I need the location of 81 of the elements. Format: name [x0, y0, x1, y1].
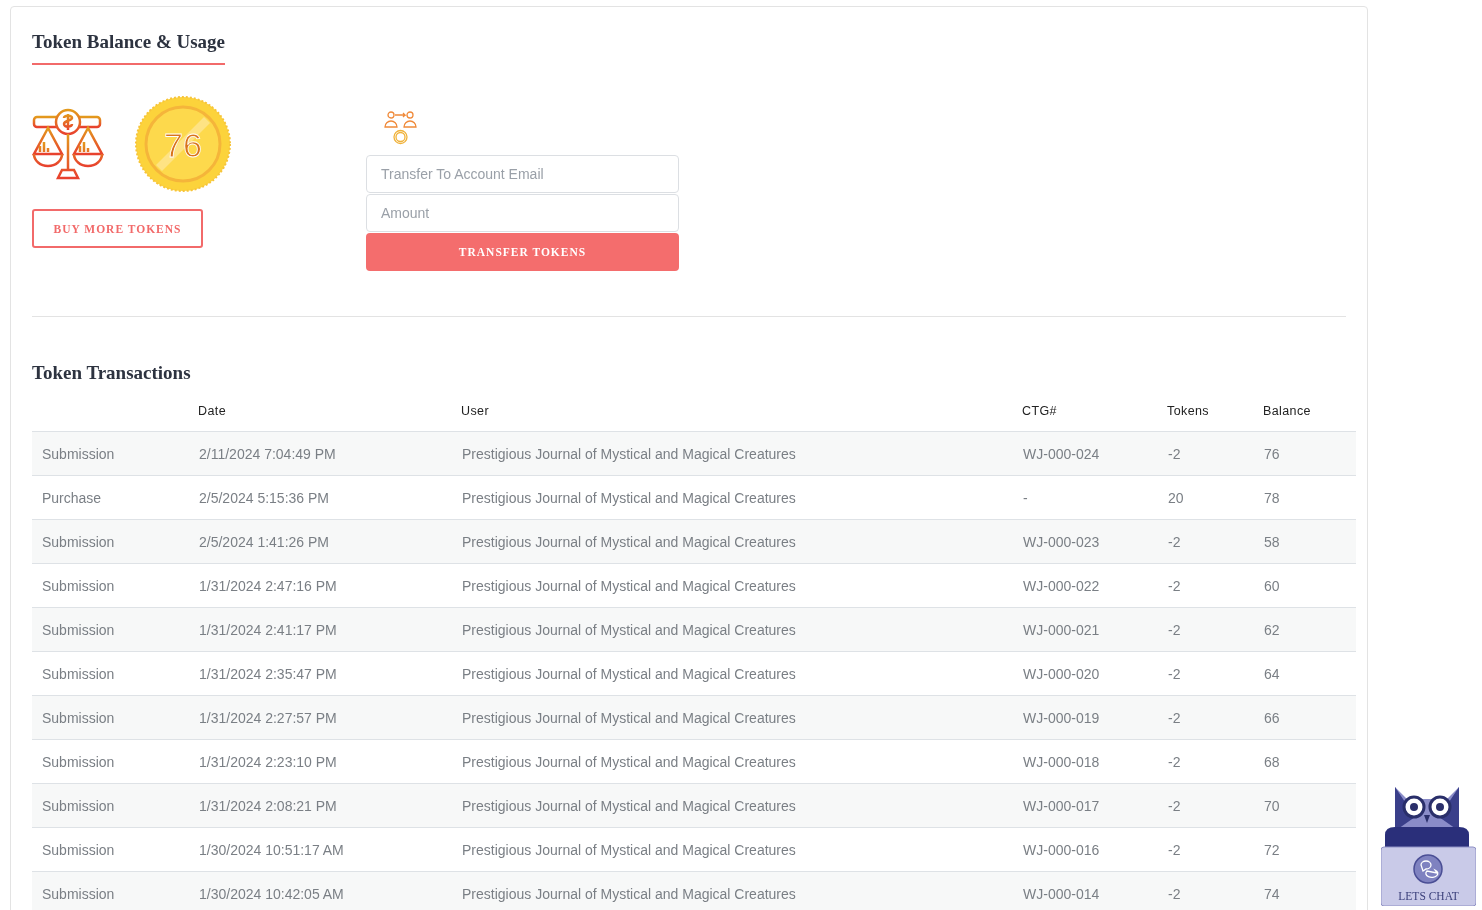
- table-cell: Prestigious Journal of Mystical and Magical Creatures: [462, 753, 796, 770]
- table-cell: 1/31/2024 2:41:17 PM: [199, 621, 337, 638]
- table-cell: -2: [1168, 841, 1181, 858]
- table-cell: -2: [1168, 621, 1181, 638]
- table-cell: 64: [1264, 665, 1280, 682]
- table-cell: Prestigious Journal of Mystical and Magical Creatures: [462, 489, 796, 506]
- table-cell: Prestigious Journal of Mystical and Magical Creatures: [462, 841, 796, 858]
- table-cell: -2: [1168, 797, 1181, 814]
- token-balance: 76: [164, 126, 202, 164]
- table-cell: -: [1023, 489, 1028, 506]
- table-cell: 2/11/2024 7:04:49 PM: [199, 445, 336, 462]
- table-cell: Prestigious Journal of Mystical and Magical Creatures: [462, 797, 796, 814]
- table-cell: 78: [1264, 489, 1280, 506]
- table-cell: WJ-000-017: [1023, 797, 1100, 814]
- table-cell: Submission: [42, 445, 115, 462]
- table-cell: 1/30/2024 10:42:05 AM: [199, 885, 344, 902]
- table-cell: Purchase: [42, 489, 102, 506]
- buy-tokens-button[interactable]: BUY MORE TOKENS: [32, 209, 203, 248]
- table-cell: Prestigious Journal of Mystical and Magical Creatures: [462, 533, 796, 550]
- table-cell: WJ-000-019: [1023, 709, 1100, 726]
- table-cell: -2: [1168, 885, 1181, 902]
- table-cell: WJ-000-023: [1023, 533, 1100, 550]
- table-cell: -2: [1168, 753, 1181, 770]
- table-cell: Prestigious Journal of Mystical and Magical Creatures: [462, 445, 796, 462]
- column-header: Balance: [1263, 404, 1311, 418]
- column-header: Tokens: [1167, 404, 1209, 418]
- table-cell: WJ-000-021: [1023, 621, 1100, 638]
- table-cell: 70: [1264, 797, 1280, 814]
- table-cell: -2: [1168, 533, 1181, 550]
- table-cell: 2/5/2024 1:41:26 PM: [199, 533, 329, 550]
- table-cell: WJ-000-014: [1023, 885, 1100, 902]
- column-header: User: [461, 404, 489, 418]
- table-cell: Submission: [42, 841, 115, 858]
- table-cell: -2: [1168, 577, 1181, 594]
- table-cell: Prestigious Journal of Mystical and Magical Creatures: [462, 709, 796, 726]
- table-cell: Prestigious Journal of Mystical and Magical Creatures: [462, 885, 796, 902]
- table-cell: Submission: [42, 533, 115, 550]
- table-cell: 1/31/2024 2:47:16 PM: [199, 577, 337, 594]
- table-cell: Submission: [42, 665, 115, 682]
- email-input[interactable]: Transfer To Account Email: [366, 155, 679, 193]
- table-cell: Submission: [42, 753, 115, 770]
- table-cell: 20: [1168, 489, 1184, 506]
- amount-input[interactable]: Amount: [366, 194, 679, 232]
- table-cell: Submission: [42, 709, 115, 726]
- table-cell: 66: [1264, 709, 1280, 726]
- table-cell: Submission: [42, 885, 115, 902]
- table-cell: WJ-000-018: [1023, 753, 1100, 770]
- table-cell: 76: [1264, 445, 1280, 462]
- table-cell: Submission: [42, 577, 115, 594]
- table-cell: 1/31/2024 2:27:57 PM: [199, 709, 337, 726]
- table-cell: 58: [1264, 533, 1280, 550]
- table-cell: 1/31/2024 2:23:10 PM: [199, 753, 337, 770]
- table-cell: Submission: [42, 621, 115, 638]
- table-cell: 62: [1264, 621, 1280, 638]
- table-cell: Prestigious Journal of Mystical and Magical Creatures: [462, 665, 796, 682]
- transfer-tokens-button[interactable]: TRANSFER TOKENS: [366, 233, 679, 271]
- table-cell: -2: [1168, 445, 1181, 462]
- table-cell: 1/31/2024 2:08:21 PM: [199, 797, 337, 814]
- table-cell: WJ-000-022: [1023, 577, 1100, 594]
- column-header: CTG#: [1022, 404, 1057, 418]
- table-cell: WJ-000-020: [1023, 665, 1100, 682]
- chat-label[interactable]: LETS CHAT: [1381, 890, 1476, 902]
- table-cell: 72: [1264, 841, 1280, 858]
- column-header: Date: [198, 404, 226, 418]
- table-cell: 60: [1264, 577, 1280, 594]
- table-cell: 1/30/2024 10:51:17 AM: [199, 841, 344, 858]
- table-cell: Prestigious Journal of Mystical and Magical Creatures: [462, 621, 796, 638]
- table-cell: WJ-000-016: [1023, 841, 1100, 858]
- table-cell: 1/31/2024 2:35:47 PM: [199, 665, 337, 682]
- table-cell: WJ-000-024: [1023, 445, 1100, 462]
- table-cell: Prestigious Journal of Mystical and Magical Creatures: [462, 577, 796, 594]
- balance-scale-icon: [32, 108, 104, 180]
- table-cell: 2/5/2024 5:15:36 PM: [199, 489, 329, 506]
- table-cell: 68: [1264, 753, 1280, 770]
- table-cell: -2: [1168, 665, 1181, 682]
- table-cell: -2: [1168, 709, 1181, 726]
- table-cell: Submission: [42, 797, 115, 814]
- transfer-icon: [384, 111, 418, 145]
- table-cell: 74: [1264, 885, 1280, 902]
- section-title: Token Balance & Usage: [32, 31, 225, 65]
- section-title: Token Transactions: [32, 362, 192, 384]
